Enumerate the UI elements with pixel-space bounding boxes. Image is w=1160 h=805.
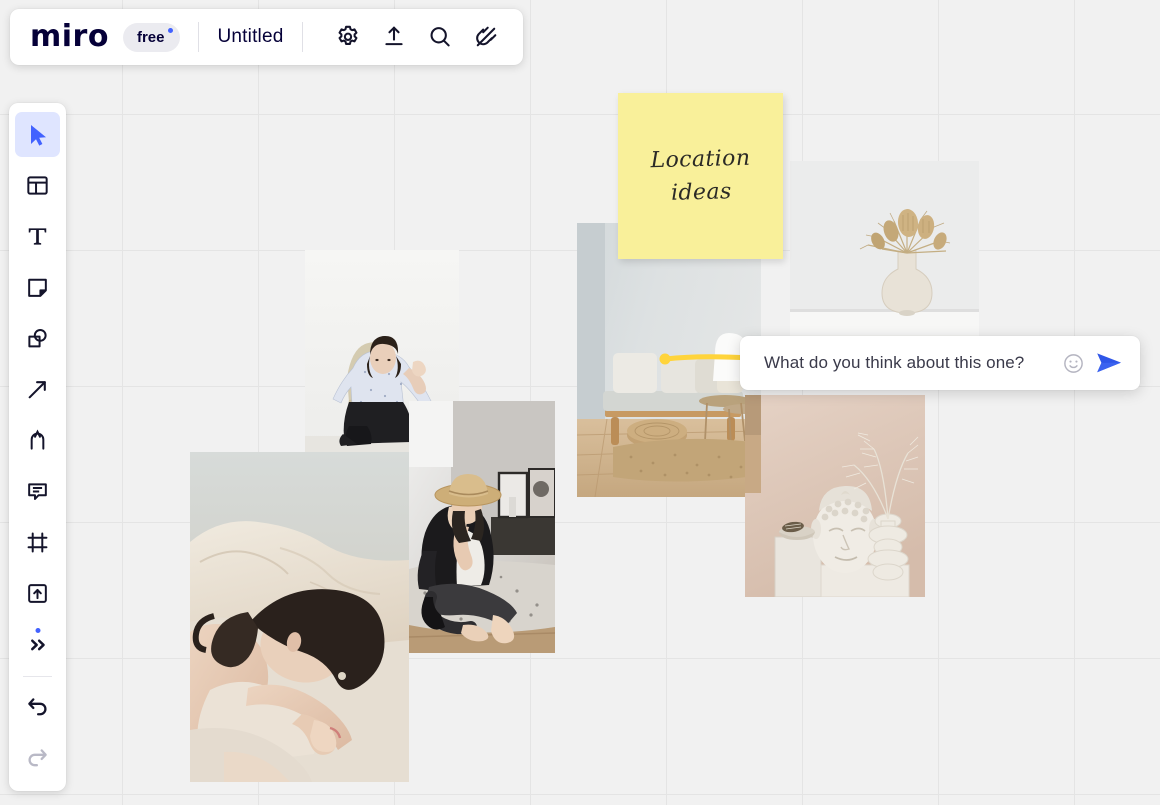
board-image-woman-hat[interactable] bbox=[409, 401, 555, 653]
board-title[interactable]: Untitled bbox=[217, 26, 283, 48]
text-tool[interactable] bbox=[15, 214, 60, 259]
comment-input-text[interactable]: What do you think about this one? bbox=[764, 353, 1052, 373]
miro-board-app: Location ideas miro free Untitled What d… bbox=[0, 0, 1160, 805]
photo-vase-art bbox=[790, 161, 979, 339]
sticky-note-tool[interactable] bbox=[15, 265, 60, 310]
pen-draw-tool[interactable] bbox=[15, 418, 60, 463]
more-tools-tool[interactable] bbox=[15, 622, 60, 667]
toolbar-divider-2 bbox=[301, 22, 303, 52]
photo-buddha-art bbox=[745, 395, 925, 597]
frame-tool[interactable] bbox=[15, 520, 60, 565]
board-canvas[interactable]: Location ideas bbox=[0, 0, 1160, 805]
toolbar-divider-1 bbox=[198, 22, 200, 52]
undo-button[interactable] bbox=[15, 684, 60, 729]
send-icon[interactable] bbox=[1094, 348, 1124, 378]
top-toolbar: miro free Untitled bbox=[10, 9, 523, 65]
board-image-buddha[interactable] bbox=[745, 395, 925, 597]
comment-tool[interactable] bbox=[15, 469, 60, 514]
sticky-note-location-ideas[interactable]: Location ideas bbox=[618, 93, 783, 259]
comment-input-bubble[interactable]: What do you think about this one? bbox=[740, 336, 1140, 390]
apps-plugin-icon[interactable] bbox=[467, 18, 505, 56]
shapes-tool[interactable] bbox=[15, 316, 60, 361]
arrow-connector-tool[interactable] bbox=[15, 367, 60, 412]
left-toolbar bbox=[9, 103, 66, 791]
emoji-icon[interactable] bbox=[1058, 348, 1088, 378]
select-cursor-tool[interactable] bbox=[15, 112, 60, 157]
upload-tool[interactable] bbox=[15, 571, 60, 616]
board-image-vase[interactable] bbox=[790, 161, 979, 339]
toolbar-divider-history bbox=[23, 676, 52, 677]
sticky-note-text: Location ideas bbox=[649, 145, 751, 206]
share-upload-icon[interactable] bbox=[375, 18, 413, 56]
plan-badge-dot-icon bbox=[168, 27, 174, 33]
board-image-woman-bed[interactable] bbox=[190, 452, 409, 782]
plan-badge-label: free bbox=[136, 28, 165, 46]
photo-woman-bed-art bbox=[190, 452, 409, 782]
plan-badge-free[interactable]: free bbox=[122, 22, 181, 52]
more-tools-badge-dot-icon bbox=[35, 628, 40, 633]
redo-button[interactable] bbox=[15, 735, 60, 780]
templates-tool[interactable] bbox=[15, 163, 60, 208]
miro-logo[interactable]: miro bbox=[30, 22, 109, 52]
search-icon[interactable] bbox=[421, 18, 459, 56]
photo-woman-hat-art bbox=[409, 401, 555, 653]
settings-gear-icon[interactable] bbox=[329, 18, 367, 56]
